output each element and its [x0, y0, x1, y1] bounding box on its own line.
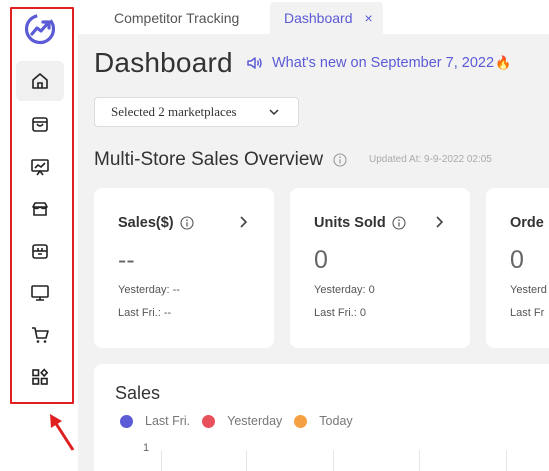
card-yesterday: Yesterday: 0	[314, 284, 375, 296]
sales-chart-panel: Sales Last Fri. Yesterday Today 1	[94, 364, 549, 471]
marketplace-select-value: Selected 2 marketplaces	[111, 104, 237, 119]
marketplace-select[interactable]: Selected 2 marketplaces	[94, 97, 299, 127]
sales-card[interactable]: Sales($) -- Yesterday: -- Last Fri.: --	[94, 188, 274, 348]
card-last-fri: Last Fri.: 0	[314, 307, 366, 319]
fire-icon: 🔥	[495, 55, 512, 70]
tab-label: Dashboard	[284, 10, 353, 26]
main-content: Competitor Tracking Dashboard × Dashboar…	[78, 0, 549, 471]
card-yesterday: Yesterday: --	[118, 284, 180, 296]
whats-new-text: What's new on September 7, 2022	[272, 55, 495, 71]
legend-dot-yesterday	[202, 414, 216, 428]
units-sold-card[interactable]: Units Sold 0 Yesterday: 0 Last Fri.: 0	[290, 188, 470, 348]
chevron-right-icon[interactable]	[434, 215, 444, 229]
card-title-text: Units Sold	[314, 215, 386, 231]
card-last-fri: Last Fri.: --	[118, 307, 172, 319]
tab-bar: Competitor Tracking Dashboard ×	[78, 0, 549, 34]
card-value: 0	[510, 246, 524, 274]
chart-legend: Last Fri. Yesterday Today	[120, 414, 365, 428]
legend-label[interactable]: Last Fri.	[145, 414, 190, 428]
legend-dot-today	[294, 414, 308, 428]
tab-label: Competitor Tracking	[114, 10, 240, 26]
grid-line	[419, 450, 420, 471]
tab-competitor-tracking[interactable]: Competitor Tracking	[100, 2, 253, 34]
grid-line	[333, 450, 334, 471]
card-title: Sales($)	[118, 215, 194, 231]
close-icon[interactable]: ×	[365, 10, 373, 26]
speaker-icon	[247, 57, 262, 69]
card-title-text: Orde	[510, 215, 544, 231]
whats-new-link[interactable]: What's new on September 7, 2022 🔥	[246, 55, 511, 71]
grid-line	[161, 450, 162, 471]
tab-dashboard[interactable]: Dashboard ×	[270, 2, 383, 34]
info-icon[interactable]	[180, 216, 194, 230]
sidebar	[0, 0, 78, 471]
card-title: Units Sold	[314, 215, 406, 231]
chevron-right-icon[interactable]	[238, 215, 248, 229]
orders-card[interactable]: Orde 0 Yesterd Last Fr	[486, 188, 549, 348]
card-last-fri: Last Fr	[510, 307, 545, 319]
grid-line	[246, 450, 247, 471]
card-value: 0	[314, 246, 328, 274]
y-axis-tick: 1	[143, 442, 150, 454]
card-value: --	[118, 246, 135, 274]
legend-label[interactable]: Today	[319, 414, 352, 428]
chevron-down-icon	[269, 109, 279, 116]
sales-chart-title: Sales	[115, 383, 161, 403]
card-yesterday: Yesterd	[510, 284, 547, 296]
info-icon[interactable]	[392, 216, 406, 230]
card-title: Orde	[510, 215, 544, 231]
legend-dot-last-fri	[120, 414, 133, 428]
page-title: Dashboard	[94, 47, 233, 78]
annotation-arrow-icon	[50, 414, 75, 451]
card-title-text: Sales($)	[118, 215, 174, 231]
overview-title: Multi-Store Sales Overview	[94, 149, 324, 170]
grid-line	[506, 450, 507, 471]
updated-timestamp: Updated At: 9-9-2022 02:05	[369, 154, 492, 165]
info-icon[interactable]	[333, 153, 347, 167]
sidebar-highlight-box	[10, 7, 74, 404]
section-title: Multi-Store Sales Overview	[94, 149, 347, 171]
legend-label[interactable]: Yesterday	[227, 414, 282, 428]
